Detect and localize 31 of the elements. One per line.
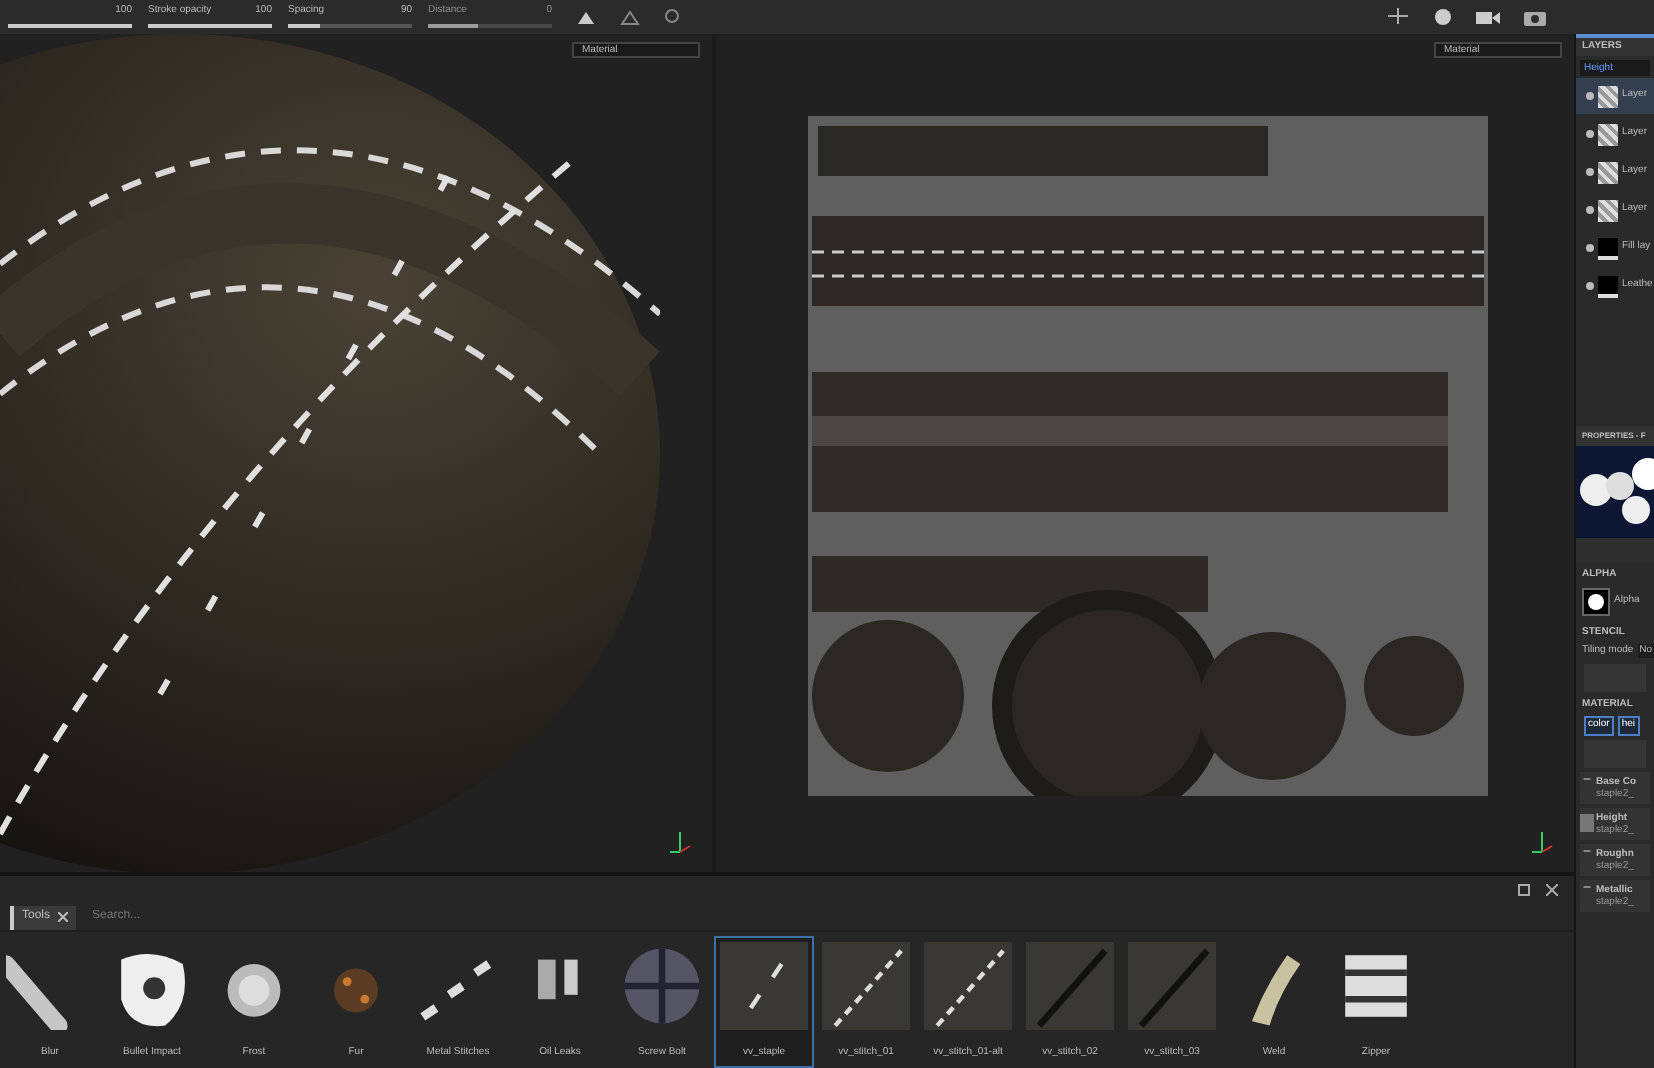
tool-thumbnail [924, 942, 1012, 1030]
symmetry-icon[interactable] [576, 9, 596, 25]
tool-thumbnail [720, 942, 808, 1030]
visibility-icon[interactable] [1586, 206, 1594, 214]
close-icon[interactable] [58, 912, 69, 922]
layer-thumbnail [1598, 123, 1618, 145]
tool-thumbnail [822, 942, 910, 1030]
visibility-icon[interactable] [1586, 244, 1594, 252]
camera-icon[interactable] [1524, 8, 1546, 26]
layer-thumbnail [1598, 237, 1618, 259]
layer-thumbnail [1598, 85, 1618, 107]
video-camera-icon[interactable] [1476, 9, 1500, 25]
close-icon[interactable] [1546, 884, 1558, 896]
layer-thumbnail [1598, 275, 1618, 297]
visibility-icon[interactable] [1586, 168, 1594, 176]
visibility-icon[interactable] [1586, 92, 1594, 100]
float-icon[interactable] [1518, 884, 1530, 896]
tool-thumbnail [1128, 942, 1216, 1030]
visibility-icon[interactable] [1586, 282, 1594, 290]
brush-preview [1576, 446, 1654, 538]
axis-gizmo-icon [1530, 828, 1554, 856]
view-icon[interactable] [1386, 8, 1410, 26]
alpha-thumbnail[interactable] [1582, 588, 1610, 616]
layer-thumbnail [1598, 199, 1618, 221]
layer-thumbnail [1598, 161, 1618, 183]
symmetry-icon[interactable] [620, 9, 640, 25]
lazy-mouse-icon[interactable] [664, 8, 682, 26]
axis-gizmo-icon [668, 828, 692, 856]
visibility-icon[interactable] [1586, 130, 1594, 138]
tool-thumbnail [1026, 942, 1114, 1030]
sphere-icon[interactable] [1434, 8, 1452, 26]
